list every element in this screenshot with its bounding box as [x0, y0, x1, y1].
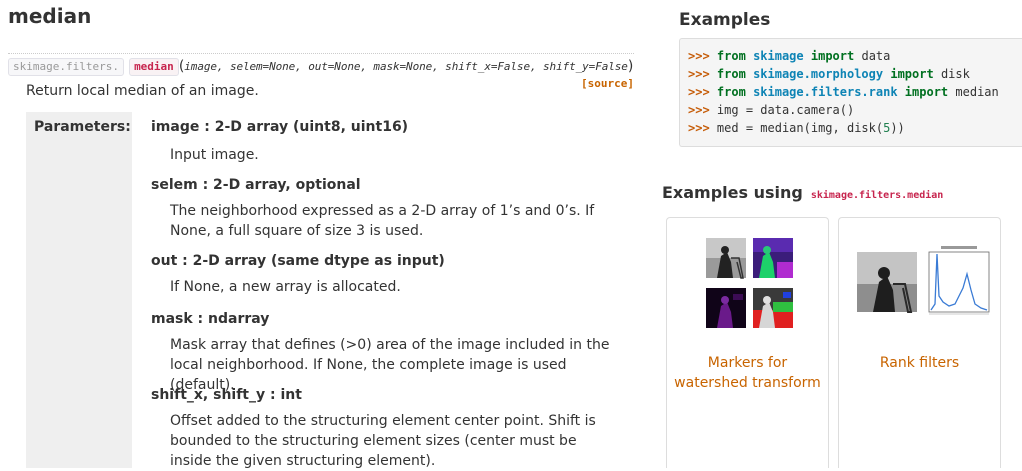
close-paren: ): [627, 58, 634, 75]
function-summary: Return local median of an image.: [26, 83, 259, 99]
param-desc: Offset added to the structuring element …: [170, 413, 596, 469]
example-card-caption[interactable]: Rank filters: [839, 353, 1000, 373]
param-name: selem : 2-D array, optional: [151, 177, 361, 193]
param-name: shift_x, shift_y : int: [151, 387, 302, 403]
examples-using-heading: Examples using skimage.filters.median: [662, 183, 943, 202]
param-desc: The neighborhood expressed as a 2-D arra…: [170, 203, 595, 239]
caption-line[interactable]: Rank filters: [839, 353, 1000, 373]
code-line: >>> img = data.camera(): [688, 103, 855, 117]
watershed-thumbnail[interactable]: [703, 232, 797, 330]
rank-filters-thumbnail[interactable]: [853, 244, 993, 320]
example-card-rank-filters[interactable]: Rank filters: [838, 217, 1001, 468]
code-line: >>> from skimage.morphology import disk: [688, 67, 970, 81]
source-link[interactable]: [source]: [581, 77, 634, 90]
param-desc: If None, a new array is allocated.: [170, 279, 401, 295]
param-name: image : 2-D array (uint8, uint16): [151, 119, 409, 135]
caption-line[interactable]: watershed transform: [667, 373, 828, 393]
param-desc: Input image.: [170, 147, 259, 163]
param-desc: Mask array that defines (>0) area of the…: [170, 337, 610, 393]
signature-args: image, selem=None, out=None, mask=None, …: [184, 60, 628, 73]
params-label-cell: [26, 112, 132, 468]
examples-using-label: Examples using: [662, 183, 803, 202]
code-line: >>> from skimage import data: [688, 49, 891, 63]
example-card-watershed[interactable]: Markers for watershed transform: [666, 217, 829, 468]
examples-heading: Examples: [679, 10, 771, 30]
caption-line[interactable]: Markers for: [667, 353, 828, 373]
param-name: out : 2-D array (same dtype as input): [151, 253, 445, 269]
module-path: skimage.filters.: [8, 57, 124, 76]
code-line: >>> med = median(img, disk(5)): [688, 121, 905, 135]
page-title: median: [8, 4, 92, 28]
example-card-caption[interactable]: Markers for watershed transform: [667, 353, 828, 393]
function-signature: skimage.filters. median (image, selem=Non…: [8, 53, 634, 80]
examples-using-code: skimage.filters.median: [810, 190, 944, 201]
param-name: mask : ndarray: [151, 311, 270, 327]
code-line: >>> from skimage.filters.rank import med…: [688, 85, 999, 99]
params-label: Parameters:: [34, 119, 131, 135]
function-name: median: [129, 57, 179, 76]
examples-code-block: >>> from skimage import data >>> from ski…: [679, 38, 1022, 147]
